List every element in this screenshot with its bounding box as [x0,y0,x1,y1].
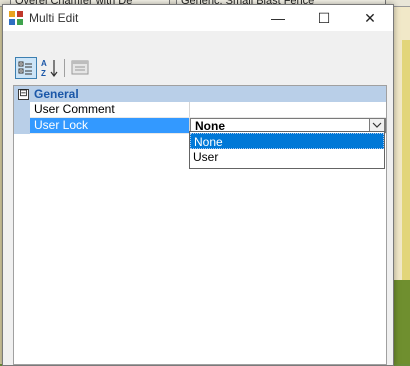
user-lock-dropdown-list: None User [189,131,385,169]
close-button[interactable]: ✕ [347,5,393,31]
title-bar[interactable]: Multi Edit — ☐ ✕ [3,5,393,31]
collapse-icon[interactable]: ⊟ [18,89,29,100]
categorized-button[interactable] [15,57,37,79]
svg-text:Z: Z [41,69,46,78]
alphabetical-button[interactable]: A Z [39,57,61,79]
property-row-user-comment[interactable]: User Comment [30,102,386,118]
maximize-icon: ☐ [317,10,331,26]
property-grid-toolbar: A Z [13,57,383,81]
alphabetical-sort-icon: A Z [41,59,58,78]
category-label: General [34,87,79,101]
property-grid: ⊟ General User Comment User Lock None [13,85,387,365]
categorized-icon [18,61,32,75]
minimize-button[interactable]: — [255,5,301,31]
property-pages-button[interactable] [69,57,91,79]
svg-text:A: A [41,59,47,68]
window-title: Multi Edit [29,11,79,25]
category-row-general[interactable]: ⊟ General [14,86,386,102]
multi-edit-dialog: Multi Edit — ☐ ✕ A Z ⊟ General User Comm… [2,4,394,366]
background-map [392,0,410,364]
app-icon [9,11,23,25]
category-gutter [14,102,30,134]
user-comment-value[interactable] [190,102,386,117]
background-map-field [392,280,410,364]
minimize-icon: — [271,10,285,26]
property-pages-icon [71,60,89,75]
dropdown-option-none[interactable]: None [190,133,384,149]
property-name: User Lock [30,118,190,133]
close-icon: ✕ [364,10,376,26]
dropdown-option-user[interactable]: User [190,149,384,165]
toolbar-separator [64,59,65,77]
maximize-button[interactable]: ☐ [301,5,347,31]
property-name: User Comment [30,102,190,117]
